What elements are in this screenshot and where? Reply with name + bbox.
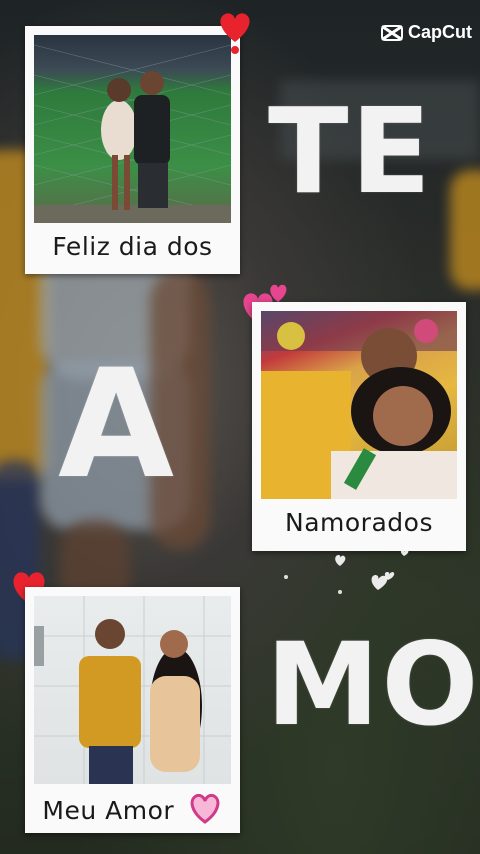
polaroid-photo-2: Namorados xyxy=(252,302,466,551)
logo-text: CapCut xyxy=(408,22,472,42)
polaroid-photo-1: Feliz dia dos xyxy=(25,26,240,274)
background-figure xyxy=(450,170,480,290)
caption-feliz-dia-dos: Feliz dia dos xyxy=(52,232,213,261)
red-heart-icon xyxy=(220,13,250,54)
big-text-mo: MO xyxy=(266,618,480,751)
couple-photo-field xyxy=(34,35,231,223)
capcut-watermark: CapCut xyxy=(381,22,472,43)
photo-illustration xyxy=(34,44,231,223)
caption-meu-amor: Meu Amor xyxy=(25,791,240,825)
caption-namorados: Namorados xyxy=(285,508,433,537)
big-text-te: TE xyxy=(268,82,434,220)
couple-photo-selfie xyxy=(261,311,457,499)
capcut-logo-icon xyxy=(381,24,403,41)
sparkle xyxy=(284,575,288,579)
white-hearts-icon xyxy=(335,550,409,590)
photo-illustration xyxy=(34,596,231,784)
big-text-a: A xyxy=(58,338,177,512)
sparkle xyxy=(338,590,342,594)
video-frame: CapCut Feliz dia dos TE Namorados A Meu … xyxy=(0,0,480,854)
couple-photo-indoor xyxy=(34,596,231,784)
pink-outline-heart-icon xyxy=(190,793,220,824)
polaroid-photo-3: Meu Amor xyxy=(25,587,240,833)
photo-illustration xyxy=(261,311,457,499)
caption-meu-amor-text: Meu Amor xyxy=(42,796,175,825)
